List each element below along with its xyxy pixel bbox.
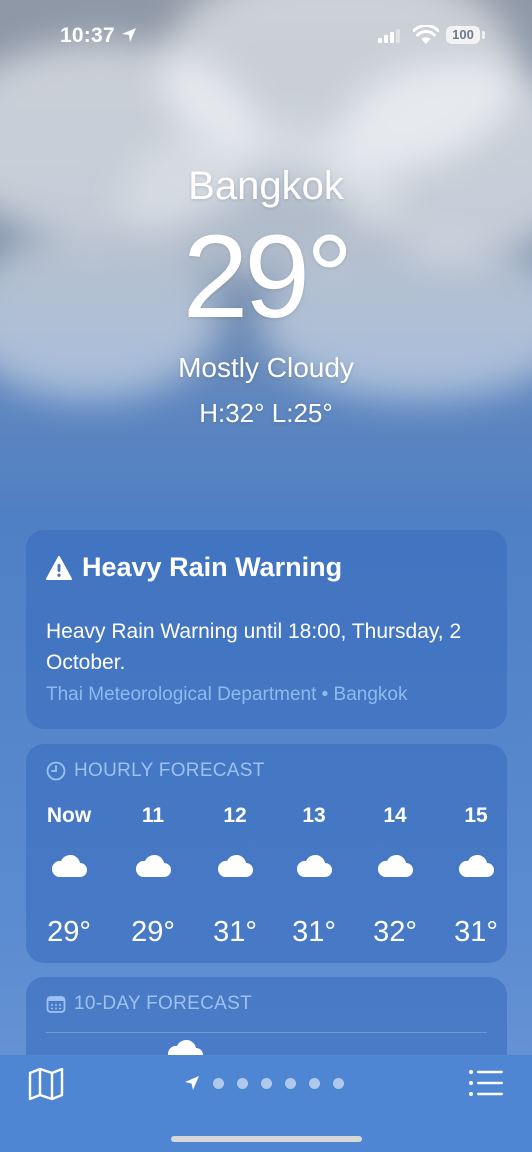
hourly-item: 14 32° bbox=[360, 802, 430, 950]
cloud-icon bbox=[217, 854, 253, 877]
hourly-item: Now 29° bbox=[34, 802, 104, 950]
high-low-temperature: H:32° L:25° bbox=[199, 398, 333, 428]
weather-condition: Mostly Cloudy bbox=[178, 352, 354, 383]
warning-title: Heavy Rain Warning bbox=[46, 552, 342, 583]
warning-triangle-icon bbox=[46, 555, 72, 580]
hourly-forecast-heading: HOURLY FORECAST bbox=[74, 760, 265, 781]
page-dot bbox=[309, 1077, 320, 1089]
warning-title-text: Heavy Rain Warning bbox=[82, 552, 343, 582]
hour-temperature: 31° bbox=[454, 916, 498, 948]
hour-temperature: 29° bbox=[131, 916, 175, 948]
ten-day-divider bbox=[46, 1032, 487, 1033]
location-arrow-icon bbox=[122, 28, 136, 42]
hour-label: 13 bbox=[302, 804, 326, 827]
warning-description: Heavy Rain Warning until 18:00, Thursday… bbox=[46, 620, 462, 674]
hour-label: 14 bbox=[383, 804, 407, 827]
hour-label: 12 bbox=[223, 804, 247, 827]
ten-day-forecast-header: 10-DAY FORECAST bbox=[46, 993, 252, 1015]
hourly-forecast-header: HOURLY FORECAST bbox=[46, 760, 265, 782]
hour-temperature: 31° bbox=[292, 916, 336, 948]
page-dot bbox=[237, 1077, 248, 1089]
battery-indicator: 100 bbox=[446, 26, 480, 44]
hour-temperature: 32° bbox=[373, 916, 417, 948]
current-location-arrow-icon bbox=[185, 1076, 199, 1090]
hourly-item: 13 31° bbox=[279, 802, 349, 950]
hour-label: 11 bbox=[141, 804, 165, 827]
cloud-icon bbox=[458, 854, 494, 877]
cloud-icon bbox=[135, 854, 171, 877]
hour-label: 15 bbox=[464, 804, 488, 827]
page-indicator[interactable] bbox=[184, 1075, 344, 1091]
battery-tip bbox=[482, 31, 485, 39]
list-icon[interactable] bbox=[468, 1069, 504, 1097]
cloud-icon bbox=[377, 854, 413, 877]
wifi-icon bbox=[413, 25, 439, 44]
warning-source[interactable]: Thai Meteorological Department • Bangkok bbox=[46, 684, 408, 706]
hourly-item: 11 29° bbox=[118, 802, 188, 950]
cloud-icon bbox=[51, 854, 87, 877]
page-dot bbox=[213, 1077, 224, 1089]
page-dot bbox=[261, 1077, 272, 1089]
cellular-signal-icon bbox=[378, 29, 400, 43]
map-icon[interactable] bbox=[28, 1067, 64, 1101]
hour-temperature: 31° bbox=[213, 916, 257, 948]
severe-weather-card[interactable]: Heavy Rain Warning Heavy Rain Warning un… bbox=[26, 530, 507, 729]
city-name: Bangkok bbox=[188, 164, 344, 208]
current-weather: Bangkok 29° Mostly Cloudy H:32° L:25° bbox=[0, 160, 532, 430]
hourly-item: 15 31° bbox=[441, 802, 511, 950]
current-temperature: 29° bbox=[182, 211, 353, 343]
hourly-item: 12 31° bbox=[200, 802, 270, 950]
ten-day-forecast-heading: 10-DAY FORECAST bbox=[74, 993, 253, 1014]
hour-temperature: 29° bbox=[47, 916, 91, 948]
page-dot bbox=[285, 1077, 296, 1089]
home-indicator[interactable] bbox=[171, 1136, 362, 1142]
status-bar: 10:37 100 bbox=[0, 0, 532, 70]
cloud-icon bbox=[296, 854, 332, 877]
hourly-forecast-card[interactable]: HOURLY FORECAST Now 29° 11 29° 12 31° 13… bbox=[26, 744, 507, 963]
page-dot bbox=[333, 1077, 344, 1089]
hour-label: Now bbox=[46, 804, 92, 827]
clock-icon bbox=[46, 761, 66, 781]
status-time: 10:37 bbox=[60, 24, 115, 47]
calendar-icon bbox=[46, 996, 66, 1013]
